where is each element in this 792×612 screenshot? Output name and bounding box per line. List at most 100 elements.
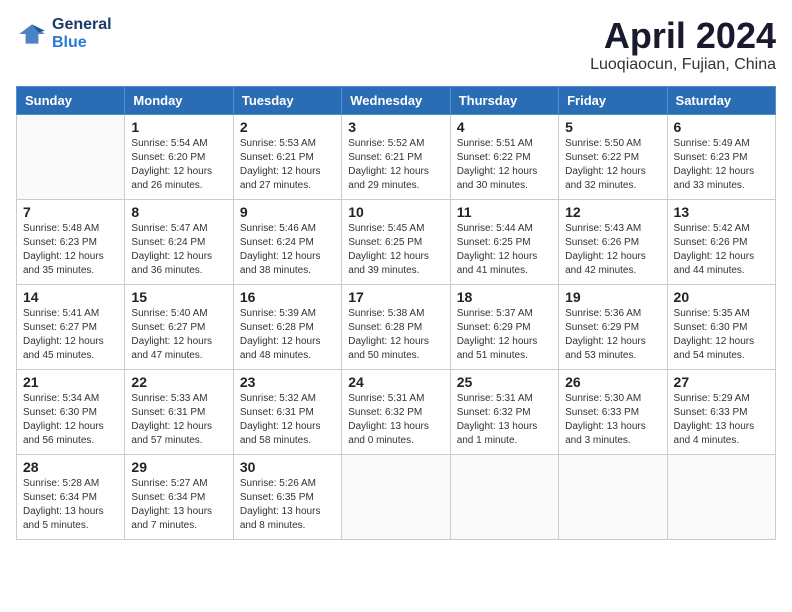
day-info-line: Sunset: 6:21 PM	[348, 152, 422, 163]
day-info-line: Daylight: 12 hours	[565, 166, 646, 177]
day-info-line: Daylight: 12 hours	[348, 251, 429, 262]
day-info: Sunrise: 5:27 AMSunset: 6:34 PMDaylight:…	[131, 477, 226, 533]
day-info-line: Sunset: 6:26 PM	[674, 237, 748, 248]
day-info-line: and 42 minutes.	[565, 265, 636, 276]
day-info-line: Sunset: 6:22 PM	[565, 152, 639, 163]
day-info-line: and 7 minutes.	[131, 520, 197, 531]
day-info-line: Sunrise: 5:32 AM	[240, 393, 316, 404]
day-number: 8	[131, 204, 226, 220]
day-info-line: Sunrise: 5:37 AM	[457, 308, 533, 319]
day-info: Sunrise: 5:41 AMSunset: 6:27 PMDaylight:…	[23, 307, 118, 363]
day-info-line: Sunrise: 5:53 AM	[240, 138, 316, 149]
day-info: Sunrise: 5:28 AMSunset: 6:34 PMDaylight:…	[23, 477, 118, 533]
day-info-line: Sunset: 6:26 PM	[565, 237, 639, 248]
day-info-line: Sunset: 6:34 PM	[131, 492, 205, 503]
day-info-line: and 45 minutes.	[23, 350, 94, 361]
day-info: Sunrise: 5:47 AMSunset: 6:24 PMDaylight:…	[131, 222, 226, 278]
calendar-weekday-header: Saturday	[667, 86, 775, 114]
calendar-weekday-header: Sunday	[17, 86, 125, 114]
day-info-line: and 47 minutes.	[131, 350, 202, 361]
logo-bird-icon	[16, 18, 48, 50]
day-info-line: Sunset: 6:32 PM	[457, 407, 531, 418]
calendar-day-cell: 21Sunrise: 5:34 AMSunset: 6:30 PMDayligh…	[17, 369, 125, 454]
day-number: 19	[565, 289, 660, 305]
day-info-line: Sunset: 6:29 PM	[457, 322, 531, 333]
day-info-line: Daylight: 13 hours	[674, 421, 755, 432]
day-info-line: Sunrise: 5:54 AM	[131, 138, 207, 149]
day-info-line: Sunrise: 5:45 AM	[348, 223, 424, 234]
day-info-line: Sunrise: 5:34 AM	[23, 393, 99, 404]
day-info-line: Sunset: 6:28 PM	[348, 322, 422, 333]
day-info: Sunrise: 5:54 AMSunset: 6:20 PMDaylight:…	[131, 137, 226, 193]
day-number: 7	[23, 204, 118, 220]
day-info: Sunrise: 5:36 AMSunset: 6:29 PMDaylight:…	[565, 307, 660, 363]
calendar-day-cell: 23Sunrise: 5:32 AMSunset: 6:31 PMDayligh…	[233, 369, 341, 454]
day-info-line: Sunset: 6:24 PM	[240, 237, 314, 248]
day-info-line: and 54 minutes.	[674, 350, 745, 361]
day-info-line: Sunset: 6:31 PM	[131, 407, 205, 418]
calendar-day-cell: 16Sunrise: 5:39 AMSunset: 6:28 PMDayligh…	[233, 284, 341, 369]
calendar-day-cell: 25Sunrise: 5:31 AMSunset: 6:32 PMDayligh…	[450, 369, 558, 454]
day-info-line: and 36 minutes.	[131, 265, 202, 276]
day-number: 22	[131, 374, 226, 390]
day-info-line: Daylight: 12 hours	[240, 166, 321, 177]
day-number: 18	[457, 289, 552, 305]
day-info-line: Sunset: 6:25 PM	[457, 237, 531, 248]
day-info: Sunrise: 5:26 AMSunset: 6:35 PMDaylight:…	[240, 477, 335, 533]
day-info-line: Sunrise: 5:28 AM	[23, 478, 99, 489]
calendar-week-row: 21Sunrise: 5:34 AMSunset: 6:30 PMDayligh…	[17, 369, 776, 454]
day-info-line: Daylight: 12 hours	[674, 251, 755, 262]
day-number: 26	[565, 374, 660, 390]
day-info-line: Sunrise: 5:39 AM	[240, 308, 316, 319]
day-info: Sunrise: 5:29 AMSunset: 6:33 PMDaylight:…	[674, 392, 769, 448]
day-info-line: and 53 minutes.	[565, 350, 636, 361]
calendar-day-cell: 12Sunrise: 5:43 AMSunset: 6:26 PMDayligh…	[559, 199, 667, 284]
day-info-line: Daylight: 12 hours	[240, 251, 321, 262]
day-number: 1	[131, 119, 226, 135]
day-info-line: Daylight: 13 hours	[240, 506, 321, 517]
title-section: April 2024 Luoqiaocun, Fujian, China	[590, 16, 776, 74]
day-info-line: Daylight: 13 hours	[565, 421, 646, 432]
day-info-line: and 4 minutes.	[674, 435, 740, 446]
calendar-day-cell: 18Sunrise: 5:37 AMSunset: 6:29 PMDayligh…	[450, 284, 558, 369]
day-info-line: Sunset: 6:29 PM	[565, 322, 639, 333]
day-info: Sunrise: 5:33 AMSunset: 6:31 PMDaylight:…	[131, 392, 226, 448]
calendar-week-row: 1 Sunrise: 5:54 AMSunset: 6:20 PMDaylight…	[17, 114, 776, 199]
calendar-week-row: 7 Sunrise: 5:48 AMSunset: 6:23 PMDaylight…	[17, 199, 776, 284]
calendar-day-cell: 26 Sunrise: 5:30 AMSunset: 6:33 PMDayligh…	[559, 369, 667, 454]
calendar-day-cell	[450, 454, 558, 539]
day-info: Sunrise: 5:39 AMSunset: 6:28 PMDaylight:…	[240, 307, 335, 363]
day-info-line: and 44 minutes.	[674, 265, 745, 276]
calendar-day-cell: 13Sunrise: 5:42 AMSunset: 6:26 PMDayligh…	[667, 199, 775, 284]
location-title: Luoqiaocun, Fujian, China	[590, 56, 776, 74]
calendar-day-cell: 1 Sunrise: 5:54 AMSunset: 6:20 PMDaylight…	[125, 114, 233, 199]
day-info-line: Sunset: 6:25 PM	[348, 237, 422, 248]
logo-line1: General	[52, 16, 112, 34]
calendar-day-cell: 2Sunrise: 5:53 AMSunset: 6:21 PMDaylight…	[233, 114, 341, 199]
day-info-line: Daylight: 13 hours	[457, 421, 538, 432]
calendar-day-cell	[17, 114, 125, 199]
calendar-day-cell: 9Sunrise: 5:46 AMSunset: 6:24 PMDaylight…	[233, 199, 341, 284]
day-info-line: Sunset: 6:34 PM	[23, 492, 97, 503]
day-number: 15	[131, 289, 226, 305]
calendar-day-cell: 24Sunrise: 5:31 AMSunset: 6:32 PMDayligh…	[342, 369, 450, 454]
calendar-weekday-header: Friday	[559, 86, 667, 114]
day-info: Sunrise: 5:40 AMSunset: 6:27 PMDaylight:…	[131, 307, 226, 363]
day-info-line: Daylight: 12 hours	[23, 251, 104, 262]
day-info-line: Sunrise: 5:29 AM	[674, 393, 750, 404]
day-number: 21	[23, 374, 118, 390]
day-number: 5	[565, 119, 660, 135]
day-info-line: Sunrise: 5:35 AM	[674, 308, 750, 319]
day-info-line: Sunrise: 5:40 AM	[131, 308, 207, 319]
day-number: 12	[565, 204, 660, 220]
calendar-day-cell: 6Sunrise: 5:49 AMSunset: 6:23 PMDaylight…	[667, 114, 775, 199]
day-info: Sunrise: 5:32 AMSunset: 6:31 PMDaylight:…	[240, 392, 335, 448]
day-info: Sunrise: 5:45 AM Sunset: 6:25 PM Daylight:…	[348, 222, 443, 278]
day-info-line: Sunrise: 5:46 AM	[240, 223, 316, 234]
day-info-line: Sunset: 6:30 PM	[674, 322, 748, 333]
day-info: Sunrise: 5:48 AMSunset: 6:23 PMDaylight:…	[23, 222, 118, 278]
day-number: 11	[457, 204, 552, 220]
calendar-day-cell: 14Sunrise: 5:41 AMSunset: 6:27 PMDayligh…	[17, 284, 125, 369]
day-info: Sunrise: 5:30 AMSunset: 6:33 PMDaylight:…	[565, 392, 660, 448]
day-info-line: Daylight: 12 hours	[348, 336, 429, 347]
